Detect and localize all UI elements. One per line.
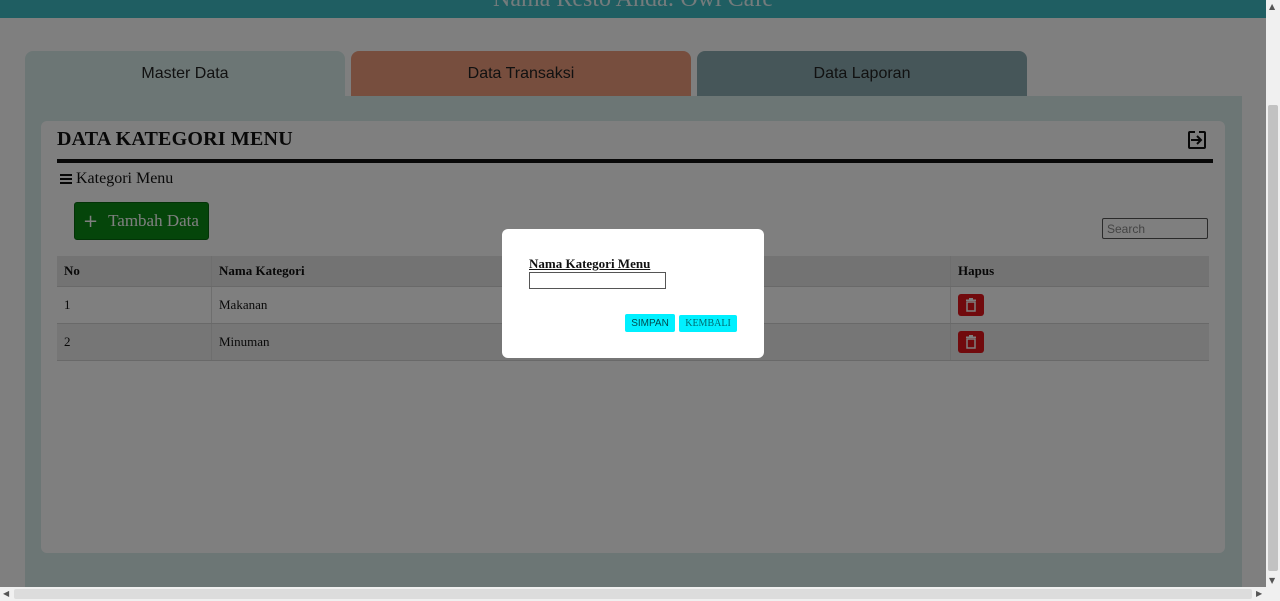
- page: Nama Resto Anda: Owl Cafe Master Data Da…: [0, 0, 1266, 587]
- horizontal-scrollbar[interactable]: ◀ ▶: [0, 587, 1266, 601]
- add-category-dialog: Nama Kategori Menu: [502, 229, 764, 358]
- vertical-scrollbar[interactable]: ▲ ▼: [1266, 0, 1280, 587]
- category-name-input[interactable]: [529, 272, 666, 289]
- save-button[interactable]: SIMPAN: [625, 314, 675, 332]
- scrollbar-corner: [1266, 587, 1280, 601]
- vertical-scroll-thumb[interactable]: [1268, 105, 1278, 571]
- back-button[interactable]: KEMBALI: [679, 315, 737, 332]
- category-name-label: Nama Kategori Menu: [529, 256, 651, 271]
- scroll-up-icon[interactable]: ▲: [1269, 2, 1275, 11]
- scroll-down-icon[interactable]: ▼: [1269, 576, 1275, 585]
- scroll-right-icon[interactable]: ▶: [1256, 589, 1262, 598]
- horizontal-scroll-thumb[interactable]: [14, 589, 1252, 599]
- scroll-left-icon[interactable]: ◀: [3, 589, 9, 598]
